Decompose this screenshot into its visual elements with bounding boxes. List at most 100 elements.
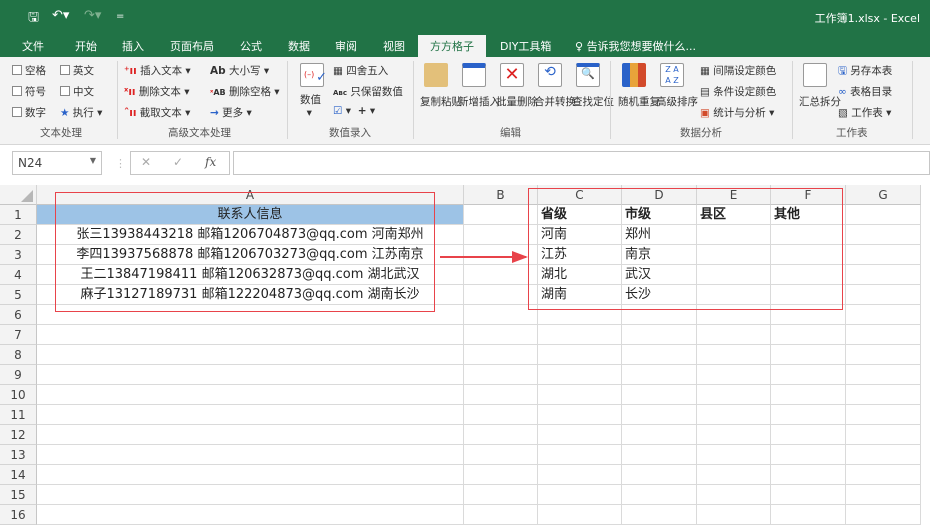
- cell-b15[interactable]: [464, 485, 538, 505]
- cell-b13[interactable]: [464, 445, 538, 465]
- advanced-sort-button[interactable]: 高级排序: [656, 94, 698, 109]
- tab-file[interactable]: 文件: [22, 38, 44, 54]
- insert-text-button[interactable]: ⁺ıı 插入文本 ▾: [124, 63, 191, 78]
- checkbox-number[interactable]: 数字: [12, 105, 46, 120]
- cell-a16[interactable]: [37, 505, 464, 525]
- cell-d15[interactable]: [622, 485, 697, 505]
- column-header-b[interactable]: B: [464, 185, 538, 205]
- worksheet-button[interactable]: ▧ 工作表 ▾: [838, 105, 891, 120]
- delete-text-button[interactable]: ˣıı 删除文本 ▾: [124, 84, 189, 99]
- more-button[interactable]: → 更多 ▾: [210, 105, 252, 120]
- extract-text-button[interactable]: ˆıı 截取文本 ▾: [124, 105, 190, 120]
- round-button[interactable]: ▦ 四舍五入: [333, 63, 388, 78]
- cell-d9[interactable]: [622, 365, 697, 385]
- cell-e10[interactable]: [697, 385, 771, 405]
- cell-b16[interactable]: [464, 505, 538, 525]
- cell-a12[interactable]: [37, 425, 464, 445]
- cell-e14[interactable]: [697, 465, 771, 485]
- row-header-4[interactable]: 4: [0, 265, 37, 285]
- select-all-corner[interactable]: [0, 185, 37, 205]
- keep-value-button[interactable]: Aʙc 只保留数值: [333, 84, 403, 99]
- cell-b9[interactable]: [464, 365, 538, 385]
- cell-g6[interactable]: [846, 305, 921, 325]
- cell-c12[interactable]: [538, 425, 622, 445]
- drag-handle-icon[interactable]: ⋮: [115, 157, 126, 170]
- save-sheet-button[interactable]: 🖫 另存本表: [838, 63, 892, 81]
- cell-c11[interactable]: [538, 405, 622, 425]
- row-header-2[interactable]: 2: [0, 225, 37, 245]
- cell-g15[interactable]: [846, 485, 921, 505]
- fx-icon[interactable]: fx: [205, 155, 216, 169]
- add-insert-button[interactable]: 新增插入: [458, 94, 500, 109]
- cell-g4[interactable]: [846, 265, 921, 285]
- cell-f15[interactable]: [771, 485, 846, 505]
- row-header-9[interactable]: 9: [0, 365, 37, 385]
- cell-e16[interactable]: [697, 505, 771, 525]
- cell-g1[interactable]: [846, 205, 921, 225]
- cell-f7[interactable]: [771, 325, 846, 345]
- undo-icon[interactable]: ↶▾: [52, 8, 69, 23]
- cell-c10[interactable]: [538, 385, 622, 405]
- cell-a8[interactable]: [37, 345, 464, 365]
- tab-fangfangezi[interactable]: 方方格子: [418, 35, 486, 57]
- batch-delete-button[interactable]: 批量删除: [496, 94, 538, 109]
- cell-e8[interactable]: [697, 345, 771, 365]
- row-header-15[interactable]: 15: [0, 485, 37, 505]
- cell-e12[interactable]: [697, 425, 771, 445]
- cell-g5[interactable]: [846, 285, 921, 305]
- cell-e13[interactable]: [697, 445, 771, 465]
- cell-a9[interactable]: [37, 365, 464, 385]
- cell-b1[interactable]: [464, 205, 538, 225]
- cell-d10[interactable]: [622, 385, 697, 405]
- customize-quick-access[interactable]: =: [116, 11, 124, 22]
- cell-g2[interactable]: [846, 225, 921, 245]
- enter-icon[interactable]: ✓: [173, 155, 183, 169]
- tab-insert[interactable]: 插入: [122, 38, 144, 54]
- cell-a15[interactable]: [37, 485, 464, 505]
- row-header-14[interactable]: 14: [0, 465, 37, 485]
- cell-f16[interactable]: [771, 505, 846, 525]
- row-header-10[interactable]: 10: [0, 385, 37, 405]
- cell-d13[interactable]: [622, 445, 697, 465]
- cell-e11[interactable]: [697, 405, 771, 425]
- checkbox-space[interactable]: 空格: [12, 63, 46, 78]
- row-header-12[interactable]: 12: [0, 425, 37, 445]
- cell-g3[interactable]: [846, 245, 921, 265]
- cell-g12[interactable]: [846, 425, 921, 445]
- row-header-16[interactable]: 16: [0, 505, 37, 525]
- tab-review[interactable]: 审阅: [335, 38, 357, 54]
- checkbox-english[interactable]: 英文: [60, 63, 94, 78]
- name-box[interactable]: N24 ▼: [12, 151, 102, 175]
- cell-b10[interactable]: [464, 385, 538, 405]
- cell-f9[interactable]: [771, 365, 846, 385]
- tab-page-layout[interactable]: 页面布局: [170, 38, 214, 54]
- case-button[interactable]: Ab 大小写 ▾: [210, 63, 269, 78]
- cell-g14[interactable]: [846, 465, 921, 485]
- cell-g8[interactable]: [846, 345, 921, 365]
- merge-convert-button[interactable]: 合并转换: [534, 94, 576, 109]
- cell-b2[interactable]: [464, 225, 538, 245]
- column-header-g[interactable]: G: [846, 185, 921, 205]
- numeric-button[interactable]: 数值 ▾: [300, 92, 321, 119]
- tab-data[interactable]: 数据: [288, 38, 310, 54]
- cell-c15[interactable]: [538, 485, 622, 505]
- cell-f13[interactable]: [771, 445, 846, 465]
- cancel-icon[interactable]: ✕: [141, 155, 151, 169]
- cell-f10[interactable]: [771, 385, 846, 405]
- row-header-11[interactable]: 11: [0, 405, 37, 425]
- tab-formulas[interactable]: 公式: [240, 38, 262, 54]
- execute-button[interactable]: ★ 执行 ▾: [60, 105, 102, 120]
- cell-a13[interactable]: [37, 445, 464, 465]
- cell-b12[interactable]: [464, 425, 538, 445]
- cell-d8[interactable]: [622, 345, 697, 365]
- cell-b6[interactable]: [464, 305, 538, 325]
- row-header-13[interactable]: 13: [0, 445, 37, 465]
- cell-g9[interactable]: [846, 365, 921, 385]
- cell-f11[interactable]: [771, 405, 846, 425]
- cell-d7[interactable]: [622, 325, 697, 345]
- save-icon[interactable]: 🖫: [28, 8, 39, 30]
- tell-me-search[interactable]: ♀ 告诉我您想要做什么...: [575, 38, 696, 54]
- cell-d14[interactable]: [622, 465, 697, 485]
- cell-g11[interactable]: [846, 405, 921, 425]
- cell-c9[interactable]: [538, 365, 622, 385]
